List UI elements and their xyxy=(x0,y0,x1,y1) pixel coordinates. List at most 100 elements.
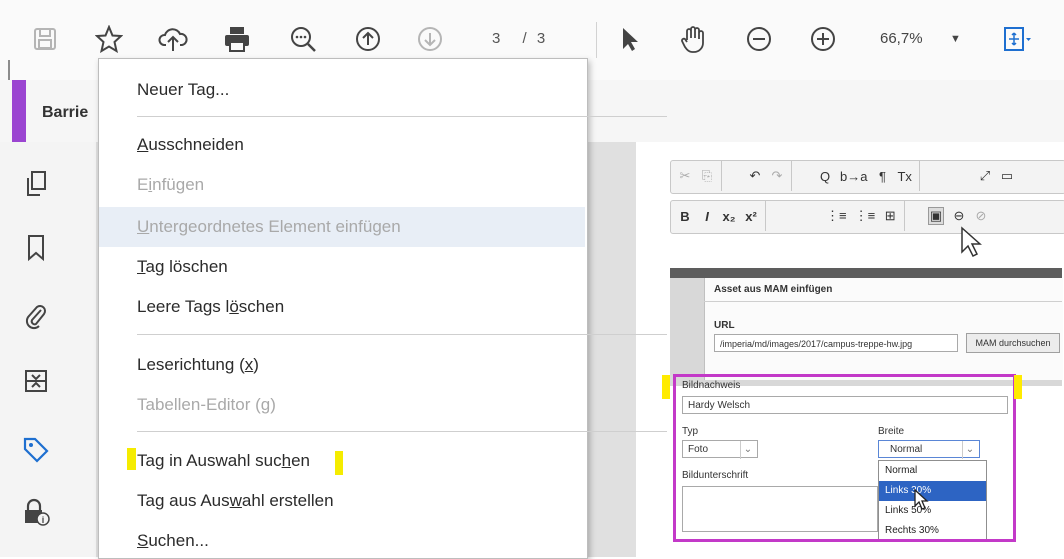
menu-item-paste[interactable]: Einfügen xyxy=(99,167,585,203)
pages-icon[interactable] xyxy=(22,168,50,200)
bold-icon[interactable]: B xyxy=(678,209,692,224)
menu-item-text: ... xyxy=(215,80,230,99)
menu-item-text: ) xyxy=(270,395,276,414)
mouse-pointer-icon xyxy=(961,226,982,258)
editor-history-group: ↶ ↷ xyxy=(741,161,792,191)
divider xyxy=(704,301,1062,302)
superscript-icon[interactable]: x² xyxy=(744,209,758,224)
hand-icon[interactable] xyxy=(676,22,710,56)
mam-browse-button[interactable]: MAM durchsuchen xyxy=(966,333,1060,353)
star-icon[interactable] xyxy=(92,22,126,56)
layers-icon[interactable] xyxy=(22,366,50,398)
menu-item-text: ag löschen xyxy=(145,257,228,276)
replace-icon[interactable]: b→a xyxy=(840,169,867,184)
table-icon[interactable]: ⊞ xyxy=(883,208,897,224)
attachment-icon[interactable] xyxy=(22,300,50,332)
zoom-level[interactable]: 66,7% xyxy=(880,30,923,47)
context-menu: Neuer Tag... Ausschneiden Einfügen Unter… xyxy=(98,58,667,559)
current-page[interactable]: 3 xyxy=(492,30,501,47)
show-blocks-icon[interactable]: ▭ xyxy=(1000,168,1014,184)
menu-item-find[interactable]: Suchen... xyxy=(99,523,585,559)
zoom-dropdown-icon[interactable]: ▼ xyxy=(950,33,961,45)
menu-item-text: nfügen xyxy=(152,175,205,194)
menu-item-delete-tag[interactable]: Tag löschen xyxy=(99,249,585,285)
menu-item-text: Tag aus Aus xyxy=(137,491,230,510)
editor-list-group: ⋮≡ ⋮≡ ⊞ xyxy=(819,201,906,231)
link-icon[interactable]: ⊖ xyxy=(952,208,966,224)
bookmark-icon[interactable] xyxy=(22,232,50,264)
menu-item-text: Tabellen-Editor ( xyxy=(137,395,261,414)
zoom-in-icon[interactable] xyxy=(806,22,840,56)
editor-toolbar-row-2: B I x₂ x² ⋮≡ ⋮≡ ⊞ ▣ ⊖ ⊘ xyxy=(670,200,1064,234)
access-key: T xyxy=(137,257,146,276)
menu-item-text: uchen... xyxy=(148,531,209,550)
page-separator: / xyxy=(522,30,528,47)
menu-separator xyxy=(137,116,667,117)
arrow-up-icon[interactable] xyxy=(351,22,385,56)
highlight-marker xyxy=(1014,375,1022,399)
menu-item-text: ahl erstellen xyxy=(241,491,334,510)
menu-item-text: Leere Tags l xyxy=(137,297,230,316)
tag-icon[interactable] xyxy=(22,434,50,466)
insert-image-icon[interactable]: ▣ xyxy=(928,207,944,225)
menu-item-insert-child[interactable]: Untergeordnetes Element einfügen xyxy=(99,207,585,247)
lock-info-icon[interactable]: i xyxy=(22,496,50,528)
dialog-titlebar-strip xyxy=(670,268,1062,278)
access-key: w xyxy=(229,491,242,510)
editor-clipboard-group: ✂ ⎘ xyxy=(671,161,722,191)
arrow-down-icon[interactable] xyxy=(413,22,447,56)
access-key: ö xyxy=(229,297,239,316)
numbered-list-icon[interactable]: ⋮≡ xyxy=(826,208,847,224)
menu-item-text: en xyxy=(291,451,310,470)
menu-item-reading-order[interactable]: Leserichtung (x) xyxy=(99,347,585,383)
redo-icon[interactable]: ↷ xyxy=(770,168,784,184)
window-edge xyxy=(8,60,10,80)
editor-view-group: ⤢ ▭ xyxy=(971,161,1021,191)
save-icon[interactable] xyxy=(28,22,62,56)
editor-toolbar-row-1: ✂ ⎘ ↶ ↷ Q b→a ¶ Tx ⤢ ▭ xyxy=(670,160,1064,194)
highlight-frame xyxy=(673,374,1016,542)
menu-item-find-tag-in-selection[interactable]: Tag in Auswahl suchen xyxy=(99,443,585,479)
menu-item-text: Tag in Auswahl suc xyxy=(137,451,282,470)
menu-item-text: ) xyxy=(253,355,259,374)
access-key: S xyxy=(137,531,149,550)
menu-item-create-tag-from-selection[interactable]: Tag aus Auswahl erstellen xyxy=(99,483,585,519)
maximize-icon[interactable]: ⤢ xyxy=(978,168,992,184)
menu-item-text: E xyxy=(137,175,149,194)
menu-item-new-tag[interactable]: Neuer Tag... xyxy=(99,72,585,108)
editor-find-group: Q b→a ¶ Tx xyxy=(811,161,920,191)
access-key: U xyxy=(137,217,150,236)
zoom-out-icon[interactable] xyxy=(742,22,776,56)
menu-separator xyxy=(137,334,667,335)
url-label: URL xyxy=(714,320,735,331)
access-key: g xyxy=(205,80,216,99)
zoom-search-icon[interactable] xyxy=(286,22,320,56)
clear-format-icon[interactable]: Tx xyxy=(897,169,911,184)
subscript-icon[interactable]: x₂ xyxy=(722,209,736,224)
url-field[interactable]: /imperia/md/images/2017/campus-treppe-hw… xyxy=(714,334,958,352)
print-icon[interactable] xyxy=(220,22,254,56)
cloud-upload-icon[interactable] xyxy=(156,22,190,56)
menu-item-cut[interactable]: Ausschneiden xyxy=(99,127,585,163)
italic-icon[interactable]: I xyxy=(700,209,714,224)
bulleted-list-icon[interactable]: ⋮≡ xyxy=(855,208,876,224)
menu-item-text: usschneiden xyxy=(148,135,244,154)
cursor-icon[interactable] xyxy=(612,22,646,56)
fit-page-icon[interactable] xyxy=(1000,22,1034,56)
undo-icon[interactable]: ↶ xyxy=(748,168,762,184)
find-icon[interactable]: Q xyxy=(818,169,832,184)
paragraph-icon[interactable]: ¶ xyxy=(875,169,889,184)
menu-item-text: Neuer Ta xyxy=(137,80,206,99)
cut-icon[interactable]: ✂ xyxy=(678,168,692,184)
menu-item-table-editor[interactable]: Tabellen-Editor (g) xyxy=(99,387,585,423)
access-key: x xyxy=(244,355,254,374)
toolbar-divider xyxy=(596,22,597,58)
document-tab[interactable]: Barrie xyxy=(42,104,88,122)
page-indicator: 3 / 3 xyxy=(492,30,546,47)
copy-icon[interactable]: ⎘ xyxy=(700,168,714,184)
menu-item-delete-empty-tags[interactable]: Leere Tags löschen xyxy=(99,289,585,325)
highlight-marker xyxy=(662,375,670,399)
access-key: A xyxy=(137,135,149,154)
menu-item-text: ntergeordnetes Element einfügen xyxy=(149,217,401,236)
unlink-icon[interactable]: ⊘ xyxy=(974,208,988,224)
